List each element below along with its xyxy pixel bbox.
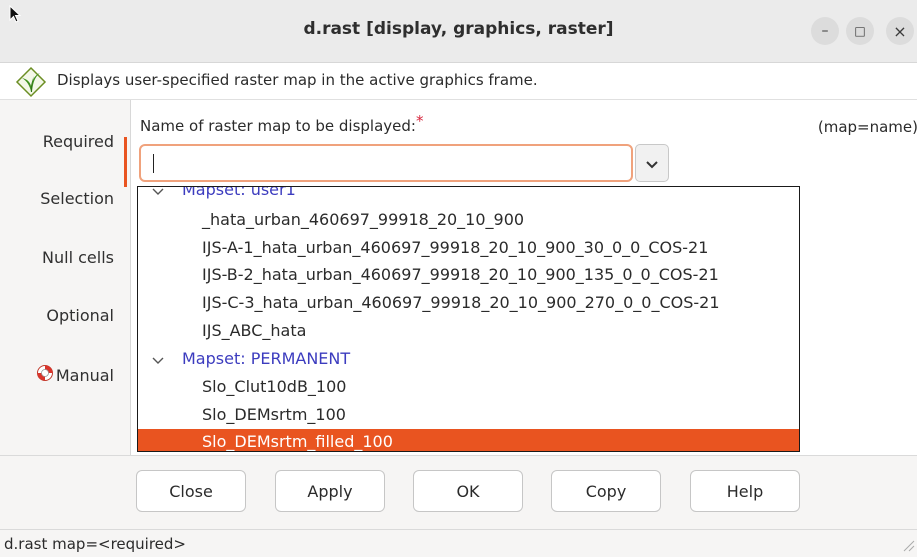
minimize-button[interactable]: – <box>811 17 839 45</box>
grass-logo-icon <box>15 66 47 102</box>
apply-button[interactable]: Apply <box>275 470 385 512</box>
sidebar-tabs: Required Selection Null cells Optional M… <box>0 100 128 455</box>
status-bar: d.rast map=<required> <box>0 529 917 557</box>
tab-manual-label: Manual <box>55 365 114 385</box>
tree-item[interactable]: Slo_Clut10dB_100 <box>138 374 799 401</box>
tree-item[interactable]: Slo_DEMsrtm_100 <box>138 402 799 429</box>
tab-optional-label: Optional <box>46 305 114 325</box>
tree-item-selected[interactable]: Slo_DEMsrtm_filled_100 <box>138 429 799 451</box>
ok-button[interactable]: OK <box>413 470 523 512</box>
dropdown-toggle-button[interactable] <box>635 144 669 182</box>
parameter-name: (map=name) <box>817 118 917 136</box>
title-bar[interactable]: d.rast [display, graphics, raster] – □ × <box>0 0 917 63</box>
tree-item-label: IJS-B-2_hata_urban_460697_99918_20_10_90… <box>202 265 719 284</box>
lifebuoy-icon <box>36 364 54 386</box>
tab-selection-label: Selection <box>40 188 114 208</box>
button-bar: Close Apply OK Copy Help <box>0 455 917 530</box>
dialog-window: d.rast [display, graphics, raster] – □ ×… <box>0 0 917 557</box>
active-tab-indicator <box>124 137 127 187</box>
tree-item[interactable]: IJS-C-3_hata_urban_460697_99918_20_10_90… <box>138 290 799 317</box>
close-icon: × <box>893 21 907 41</box>
mapset-label: Mapset: PERMANENT <box>182 349 351 368</box>
tree-item-label: Slo_DEMsrtm_100 <box>202 405 346 424</box>
tab-selection[interactable]: Selection <box>0 178 124 218</box>
tree-item-label: _hata_urban_460697_99918_20_10_900 <box>202 210 525 229</box>
tree-item-label: Slo_Clut10dB_100 <box>202 377 347 396</box>
help-button[interactable]: Help <box>690 470 800 512</box>
command-preview: d.rast map=<required> <box>4 535 186 553</box>
description-text: Displays user-specified raster map in th… <box>57 71 538 89</box>
window-title: d.rast [display, graphics, raster] <box>303 19 614 39</box>
required-marker: * <box>415 112 424 130</box>
tree-item-label: IJS_ABC_hata <box>202 321 307 340</box>
tree-item-label: Slo_DEMsrtm_filled_100 <box>202 432 393 451</box>
tree-item[interactable]: IJS-B-2_hata_urban_460697_99918_20_10_90… <box>138 262 799 289</box>
resize-grip-icon[interactable] <box>901 537 915 556</box>
minimize-icon: – <box>821 23 829 39</box>
text-caret <box>153 154 154 173</box>
copy-button[interactable]: Copy <box>551 470 661 512</box>
chevron-down-icon[interactable] <box>152 187 164 200</box>
chevron-down-icon[interactable] <box>152 350 164 369</box>
raster-map-input[interactable] <box>139 144 633 182</box>
close-button[interactable]: Close <box>136 470 246 512</box>
tab-null-cells-label: Null cells <box>42 247 114 267</box>
raster-map-tree[interactable]: Mapset: user1 _hata_urban_460697_99918_2… <box>137 186 800 452</box>
close-window-button[interactable]: × <box>886 17 914 45</box>
tree-item-label: IJS-C-3_hata_urban_460697_99918_20_10_90… <box>202 293 720 312</box>
tab-manual[interactable]: Manual <box>0 355 124 395</box>
tab-optional[interactable]: Optional <box>0 295 124 335</box>
mapset-label: Mapset: user1 <box>182 186 296 199</box>
module-description: Displays user-specified raster map in th… <box>0 63 917 100</box>
field-label: Name of raster map to be displayed:* <box>140 112 423 135</box>
tree-item[interactable]: IJS_ABC_hata <box>138 318 799 345</box>
tab-required-label: Required <box>42 131 114 151</box>
maximize-icon: □ <box>854 24 866 38</box>
chevron-down-icon <box>646 154 658 173</box>
mapset-group-row[interactable]: Mapset: user1 <box>138 186 799 204</box>
mapset-group-row[interactable]: Mapset: PERMANENT <box>138 346 799 373</box>
tab-required[interactable]: Required <box>0 121 127 187</box>
field-label-text: Name of raster map to be displayed: <box>140 117 416 135</box>
tab-null-cells[interactable]: Null cells <box>0 237 124 277</box>
tree-item-label: IJS-A-1_hata_urban_460697_99918_20_10_90… <box>202 238 709 257</box>
maximize-button[interactable]: □ <box>846 17 874 45</box>
tree-item[interactable]: IJS-A-1_hata_urban_460697_99918_20_10_90… <box>138 235 799 262</box>
tree-item[interactable]: _hata_urban_460697_99918_20_10_900 <box>138 207 799 234</box>
